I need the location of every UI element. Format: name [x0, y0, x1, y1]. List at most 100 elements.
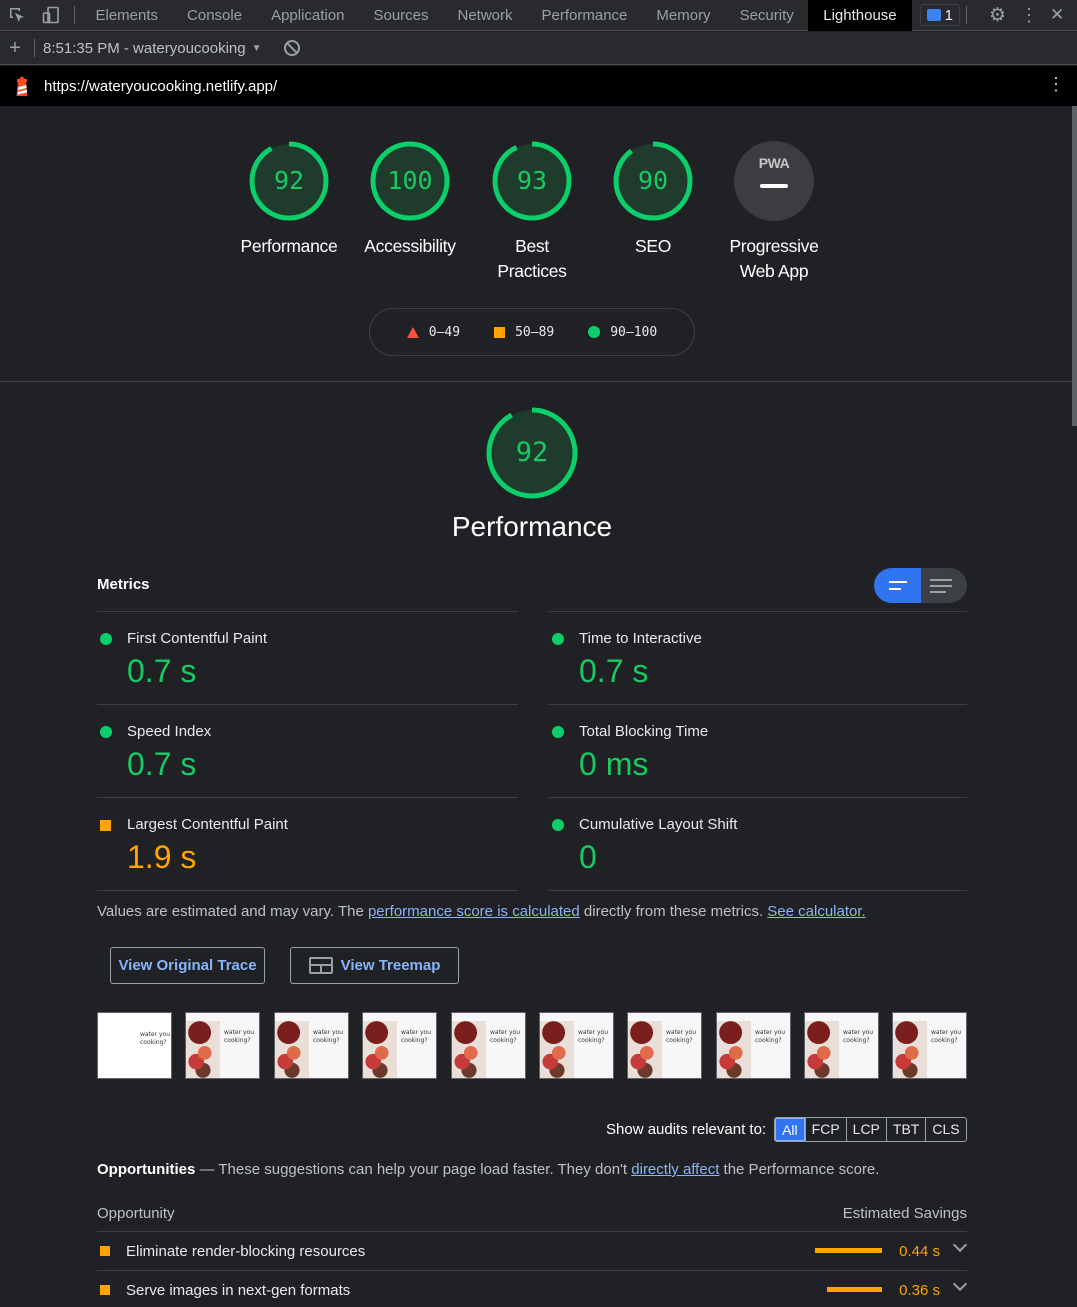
tab-security[interactable]: Security — [725, 0, 808, 31]
gauge-accessibility[interactable]: 100 Accessibility — [350, 140, 470, 259]
filter-chip-cls[interactable]: CLS — [925, 1118, 965, 1141]
pass-circle-icon — [100, 726, 112, 738]
opportunity-name: Eliminate render-blocking resources — [126, 1243, 366, 1260]
gauge-label: SEO — [634, 236, 672, 256]
gauge-score: 100 — [387, 166, 433, 195]
column-opportunity: Opportunity — [97, 1205, 175, 1222]
gauge-score: 90 — [637, 166, 669, 195]
metric-value: 0 — [579, 839, 597, 875]
gauge-best-practices[interactable]: 93 Best Practices — [472, 140, 592, 284]
metric-value: 1.9 s — [127, 839, 197, 875]
opportunities-desc-suffix: the Performance score. — [719, 1161, 880, 1178]
chevron-down-icon[interactable] — [952, 1237, 968, 1253]
legend-fail-range: 0–49 — [428, 324, 461, 340]
performance-score: 92 — [515, 437, 549, 468]
treemap-icon — [308, 957, 333, 974]
pwa-label: PWA — [758, 155, 790, 171]
report-selector[interactable]: 8:51:35 PM - wateryoucooking ▼ — [43, 40, 262, 57]
chevron-down-icon[interactable] — [952, 1276, 968, 1292]
metric-value: 0.7 s — [579, 653, 649, 689]
tab-elements[interactable]: Elements — [81, 0, 173, 31]
opportunity-savings: 0.36 s — [899, 1282, 940, 1299]
clear-reports-icon[interactable] — [283, 40, 300, 56]
compact-view-button[interactable] — [874, 568, 921, 603]
more-options-icon[interactable]: ⋮ — [1020, 5, 1038, 26]
tab-application[interactable]: Application — [257, 0, 359, 31]
column-estimated-savings: Estimated Savings — [842, 1205, 967, 1222]
tab-sources[interactable]: Sources — [359, 0, 443, 31]
gauge-label: Accessibility — [364, 236, 456, 256]
opportunities-heading: Opportunities — These suggestions can he… — [97, 1161, 879, 1178]
directly-affect-link[interactable]: directly affect — [631, 1161, 719, 1178]
metric-name: Largest Contentful Paint — [127, 816, 288, 833]
metrics-view-toggle[interactable] — [874, 568, 967, 603]
filter-chip-fcp[interactable]: FCP — [804, 1118, 846, 1141]
metric-name: Time to Interactive — [579, 630, 702, 647]
report-url-bar: https://wateryoucooking.netlify.app/ ⋮ — [0, 66, 1077, 106]
gauge-score: 92 — [273, 166, 305, 195]
filter-chip-lcp[interactable]: LCP — [845, 1118, 886, 1141]
metric-time-to-interactive: Time to Interactive 0.7 s — [549, 611, 967, 704]
close-devtools-icon[interactable]: ✕ — [1050, 5, 1064, 25]
metrics-bottom-border — [97, 890, 518, 891]
issues-count: 1 — [944, 6, 953, 24]
legend-pass-range: 90–100 — [610, 324, 658, 340]
metric-value: 0 ms — [579, 746, 649, 782]
tab-memory[interactable]: Memory — [642, 0, 725, 31]
frame-text: water you cooking? — [666, 1029, 697, 1044]
opportunity-row[interactable]: Serve images in next-gen formats 0.36 s — [97, 1270, 968, 1307]
metrics-note: Values are estimated and may vary. The p… — [97, 903, 866, 920]
tab-network[interactable]: Network — [443, 0, 527, 31]
metric-name: First Contentful Paint — [127, 630, 268, 647]
metric-value: 0.7 s — [127, 653, 197, 689]
view-treemap-button[interactable]: View Treemap — [290, 947, 459, 984]
metric-first-contentful-paint: First Contentful Paint 0.7 s — [97, 611, 518, 704]
pass-circle-icon — [100, 633, 112, 645]
average-square-icon — [100, 1285, 110, 1295]
settings-gear-icon[interactable]: ⚙ — [989, 4, 1006, 27]
gauge-performance[interactable]: 92 Performance — [229, 140, 349, 259]
button-label: View Original Trace — [118, 957, 257, 974]
view-original-trace-button[interactable]: View Original Trace — [110, 947, 265, 984]
frame-text: water you cooking? — [843, 1029, 874, 1044]
issues-icon — [926, 9, 941, 21]
issues-badge[interactable]: 1 — [919, 4, 960, 26]
filmstrip-frame: water you cooking? — [716, 1012, 791, 1079]
frame-text: water you cooking? — [224, 1029, 255, 1044]
opportunity-savings: 0.44 s — [899, 1243, 940, 1260]
frame-text: water you cooking? — [490, 1029, 521, 1044]
section-divider — [0, 381, 1072, 382]
filter-chip-all[interactable]: All — [775, 1118, 805, 1141]
report-menu-icon[interactable]: ⋮ — [1047, 74, 1065, 95]
legend-fail: 0–49 — [406, 324, 461, 340]
filter-chip-tbt[interactable]: TBT — [885, 1118, 925, 1141]
metric-total-blocking-time: Total Blocking Time 0 ms — [549, 704, 967, 797]
filmstrip-frame: water you cooking? — [627, 1012, 702, 1079]
filmstrip-frame: water you cooking? — [97, 1012, 172, 1079]
opportunity-name: Serve images in next-gen formats — [126, 1282, 351, 1299]
gauge-seo[interactable]: 90 SEO — [593, 140, 713, 259]
device-toolbar-icon[interactable] — [34, 0, 68, 31]
legend-average: 50–89 — [494, 325, 554, 340]
filmstrip-frame: water you cooking? — [451, 1012, 526, 1079]
lighthouse-toolbar: + 8:51:35 PM - wateryoucooking ▼ — [0, 32, 1077, 65]
devtools-tabbar: Elements Console Application Sources Net… — [0, 0, 1077, 31]
new-report-icon[interactable]: + — [0, 37, 30, 60]
note-text: directly from these metrics. — [579, 903, 768, 920]
gauge-pwa[interactable]: PWA Progressive Web App — [714, 140, 834, 284]
inspect-element-icon[interactable] — [0, 0, 34, 31]
tab-console[interactable]: Console — [173, 0, 257, 31]
metric-cumulative-layout-shift: Cumulative Layout Shift 0 — [549, 797, 967, 890]
tab-performance[interactable]: Performance — [527, 0, 642, 31]
frame-text: water you cooking? — [313, 1029, 344, 1044]
lighthouse-logo-icon — [0, 75, 44, 97]
score-calculated-link[interactable]: performance score is calculated — [368, 903, 580, 920]
filmstrip-frame: water you cooking? — [804, 1012, 879, 1079]
opportunity-row[interactable]: Eliminate render-blocking resources 0.44… — [97, 1231, 968, 1269]
see-calculator-link[interactable]: See calculator. — [767, 903, 865, 920]
gauge-label: Best Practices — [497, 236, 567, 281]
metric-value: 0.7 s — [127, 746, 197, 782]
tab-lighthouse[interactable]: Lighthouse — [808, 0, 912, 31]
legend-average-range: 50–89 — [515, 324, 555, 340]
metric-name: Total Blocking Time — [579, 723, 709, 740]
